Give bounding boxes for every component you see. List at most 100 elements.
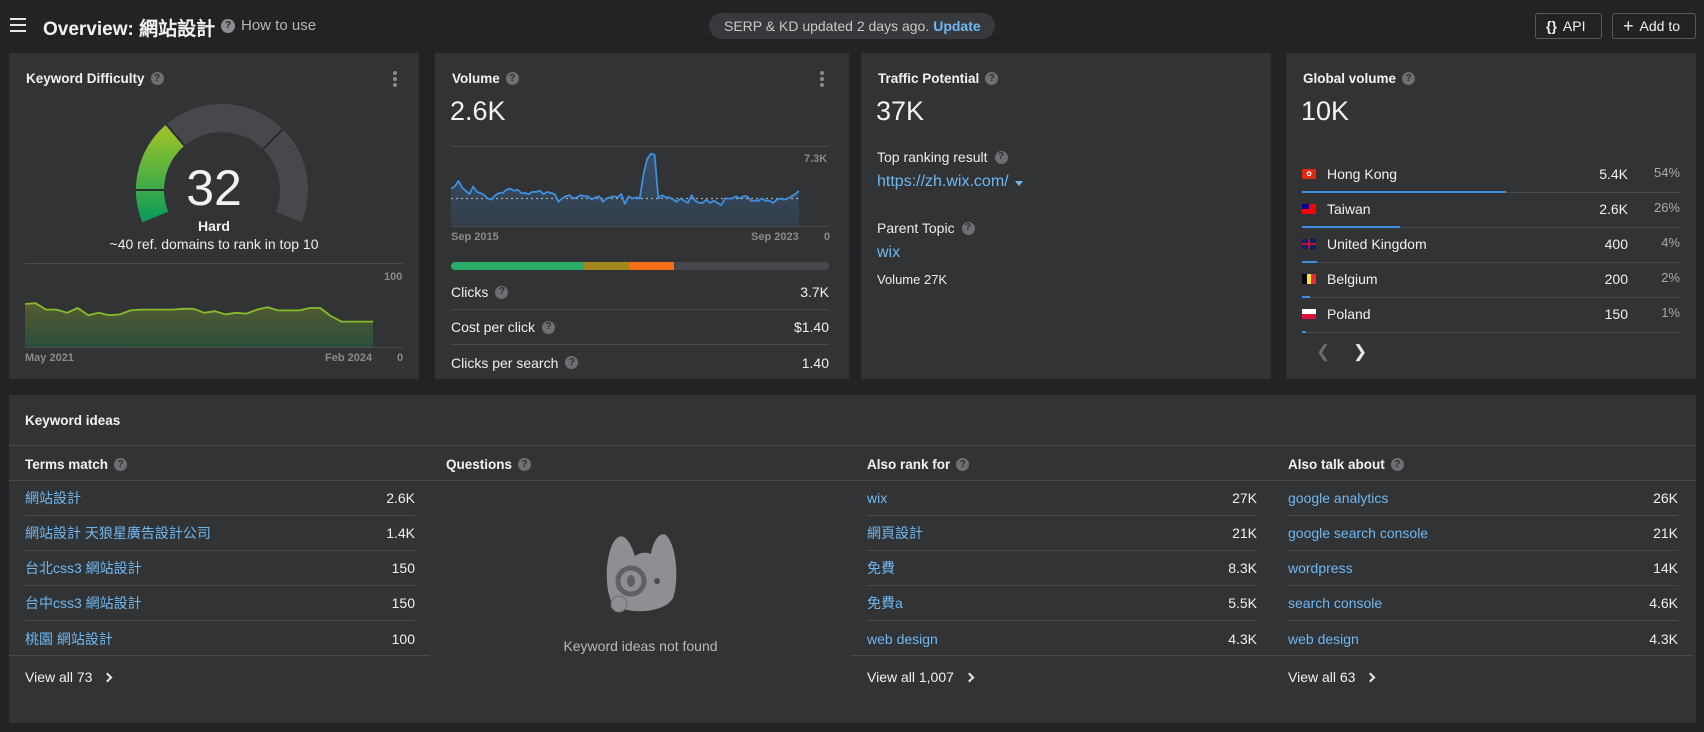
hamburger-menu-icon[interactable] <box>10 18 26 32</box>
help-icon[interactable]: ? <box>495 285 509 299</box>
volume-start-label: Sep 2015 <box>451 231 499 243</box>
keyword-link[interactable]: 免費 <box>867 558 895 578</box>
update-link[interactable]: Update <box>933 18 980 34</box>
flag-be-icon <box>1302 274 1317 284</box>
country-name: Hong Kong <box>1327 166 1398 182</box>
keyword-volume: 14K <box>1653 560 1678 576</box>
keyword-link[interactable]: google analytics <box>1288 490 1388 506</box>
country-row[interactable]: United Kingdom 400 4% <box>1302 228 1680 263</box>
help-icon[interactable]: ? <box>994 150 1008 164</box>
country-row[interactable]: Belgium 200 2% <box>1302 263 1680 298</box>
global-volume-card: Global volume ? 10K ✿ Hong Kong 5.4K 54% Tai… <box>1286 53 1696 379</box>
parent-topic-text: Parent Topic <box>877 220 955 236</box>
keyword-link[interactable]: 網站設計 天狼星廣告設計公司 <box>25 523 211 543</box>
keyword-link[interactable]: web design <box>867 631 938 647</box>
serp-status-text: SERP & KD updated 2 days ago. <box>724 18 930 34</box>
divider <box>1272 655 1693 656</box>
view-all-label: View all 73 <box>25 669 93 685</box>
keyword-row: 免費a 5.5K <box>867 586 1257 621</box>
metric-label: Clicks per search? <box>451 355 579 371</box>
column-title: Also rank for <box>867 457 951 472</box>
how-to-use-link[interactable]: ? How to use <box>221 17 316 34</box>
keyword-link[interactable]: 台中css3 網站設計 <box>25 593 142 613</box>
help-icon[interactable]: ? <box>505 72 519 85</box>
help-icon: ? <box>221 18 235 33</box>
kd-end-label: Feb 2024 <box>325 352 373 364</box>
metric-row: Cost per click? $1.40 <box>451 310 829 345</box>
keyword-idea-column: Also talk about? google analytics 26K googl… <box>1272 446 1693 723</box>
keyword-volume: 150 <box>391 595 415 611</box>
tp-title: Traffic Potential ? <box>878 71 999 86</box>
top-ranking-url[interactable]: https://zh.wix.com/ <box>877 173 1023 191</box>
keyword-link[interactable]: 台北css3 網站設計 <box>25 558 142 578</box>
keyword-link[interactable]: 免費a <box>867 593 903 613</box>
volume-more-menu-icon[interactable] <box>819 71 825 87</box>
volume-title: Volume ? <box>452 71 519 86</box>
metric-value: $1.40 <box>793 319 829 335</box>
help-icon[interactable]: ? <box>518 458 532 471</box>
keyword-row: 台中css3 網站設計 150 <box>25 586 415 621</box>
keyword-volume: 150 <box>391 560 415 576</box>
flag-gb-icon <box>1302 239 1316 249</box>
volume-trend-chart <box>451 152 829 227</box>
metric-row: Clicks? 3.7K <box>451 275 829 310</box>
keyword-link[interactable]: 網頁設計 <box>867 523 923 543</box>
keyword-link[interactable]: google search console <box>1288 525 1428 541</box>
clicks-segment-paid <box>583 262 629 270</box>
empty-state <box>430 526 851 631</box>
help-icon[interactable]: ? <box>1402 72 1416 85</box>
add-to-button[interactable]: + Add to <box>1612 13 1696 39</box>
top-ranking-text: Top ranking result <box>877 149 988 165</box>
clicks-segment-organic <box>451 262 584 270</box>
gv-value: 10K <box>1301 96 1350 126</box>
help-icon[interactable]: ? <box>150 72 164 85</box>
keyword-link[interactable]: 桃園 網站設計 <box>25 629 113 649</box>
country-name: Poland <box>1327 306 1371 322</box>
parent-topic-link[interactable]: wix <box>877 244 900 262</box>
tp-title-text: Traffic Potential <box>878 71 980 86</box>
flag-tw-icon <box>1302 204 1316 214</box>
view-all-link[interactable]: View all 1,007 <box>867 669 975 685</box>
view-all-link[interactable]: View all 73 <box>25 669 113 685</box>
column-title: Terms match <box>25 457 109 472</box>
help-icon[interactable]: ? <box>956 458 970 471</box>
keyword-row: 免費 8.3K <box>867 551 1257 586</box>
keyword-link[interactable]: wordpress <box>1288 560 1353 576</box>
caret-down-icon <box>1014 181 1023 186</box>
keyword-ideas-panel: Keyword ideas Terms match? 網站設計 2.6K 網站設計 天… <box>9 395 1696 723</box>
help-icon[interactable]: ? <box>565 356 579 369</box>
keyword-link[interactable]: web design <box>1288 631 1359 647</box>
help-icon[interactable]: ? <box>985 72 999 85</box>
help-icon[interactable]: ? <box>961 221 975 235</box>
country-share-bar <box>1302 331 1306 333</box>
top-header: Overview: 網站設計 ? How to use SERP & KD up… <box>0 0 1704 52</box>
kd-min-label: 0 <box>397 352 404 364</box>
keyword-volume: 4.6K <box>1649 595 1678 611</box>
api-label: API <box>1562 18 1586 34</box>
country-row[interactable]: Taiwan 2.6K 26% <box>1302 193 1680 228</box>
keyword-row: google search console 21K <box>1288 516 1678 551</box>
chevron-left-icon[interactable]: ❮ <box>1316 342 1330 362</box>
country-row[interactable]: ✿ Hong Kong 5.4K 54% <box>1302 158 1680 193</box>
country-row[interactable]: Poland 150 1% <box>1302 298 1680 333</box>
metric-value: 3.7K <box>800 284 829 300</box>
keyword-row: 台北css3 網站設計 150 <box>25 551 415 586</box>
keyword-link[interactable]: search console <box>1288 595 1382 611</box>
help-icon[interactable]: ? <box>1390 458 1404 471</box>
clicks-segment-no-clicks <box>674 262 829 270</box>
keyword-link[interactable]: wix <box>867 490 887 506</box>
chevron-right-icon[interactable]: ❯ <box>1353 342 1367 362</box>
help-icon[interactable]: ? <box>542 320 556 334</box>
view-all-link[interactable]: View all 63 <box>1288 669 1376 685</box>
metric-row: Clicks per search? 1.40 <box>451 345 829 380</box>
kd-more-menu-icon[interactable] <box>392 71 398 87</box>
help-icon[interactable]: ? <box>114 458 128 471</box>
api-button[interactable]: {} API <box>1535 13 1602 39</box>
volume-value: 2.6K <box>450 96 506 126</box>
keyword-link[interactable]: 網站設計 <box>25 488 81 508</box>
keyword-idea-column: Questions? Keyword ideas not found <box>430 446 851 723</box>
plus-icon: + <box>1623 16 1634 36</box>
gv-title: Global volume ? <box>1303 71 1416 86</box>
kd-start-label: May 2021 <box>25 352 74 364</box>
keyword-row: 網站設計 2.6K <box>25 481 415 516</box>
